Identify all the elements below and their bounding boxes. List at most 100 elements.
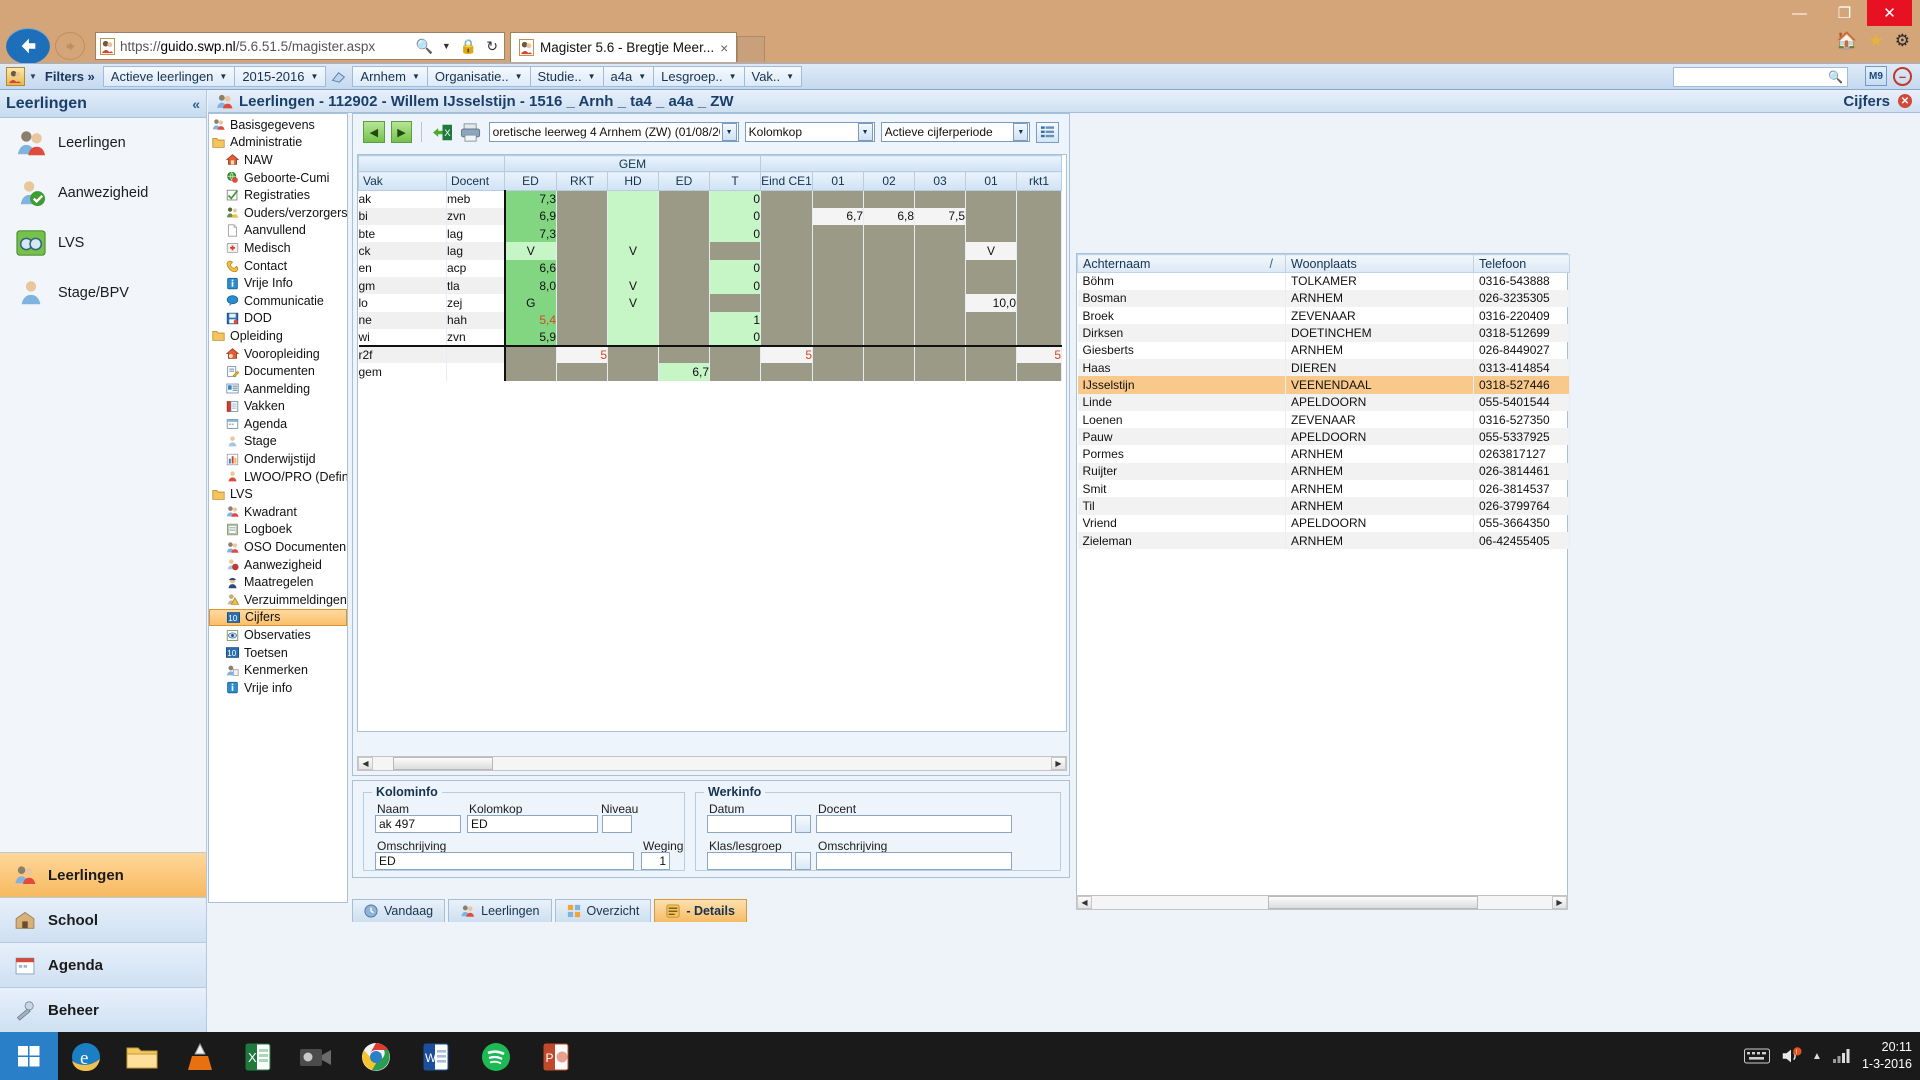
- grid-cell[interactable]: [658, 276, 710, 295]
- grid-cell[interactable]: [760, 328, 813, 347]
- keyboard-icon[interactable]: [1744, 1047, 1771, 1065]
- minimize-button[interactable]: —: [1777, 0, 1822, 26]
- grid-cell[interactable]: [658, 190, 710, 208]
- grid-cell[interactable]: [812, 225, 864, 243]
- grid-cell[interactable]: [812, 276, 864, 295]
- grid-cell[interactable]: [556, 242, 608, 260]
- grid-cell[interactable]: [760, 190, 813, 208]
- tree-item-logboek[interactable]: Logboek: [209, 521, 347, 539]
- grid-cell[interactable]: [556, 363, 608, 381]
- grid-cell[interactable]: [965, 207, 1017, 226]
- grid-cell[interactable]: [863, 363, 915, 381]
- student-row[interactable]: Loenen ZEVENAAR 0316-527350: [1077, 410, 1570, 429]
- omschrijving-field[interactable]: ED: [375, 852, 634, 870]
- new-tab-button[interactable]: [737, 36, 766, 62]
- grid-col-header[interactable]: ED: [658, 171, 710, 191]
- grid-cell[interactable]: 7,5: [914, 207, 966, 226]
- chevron-down-icon[interactable]: ▼: [440, 41, 453, 51]
- grid-cell[interactable]: [709, 242, 761, 260]
- student-row[interactable]: Smit ARNHEM 026-3814537: [1077, 480, 1570, 498]
- grid-col-header[interactable]: 01: [812, 171, 864, 191]
- search-input[interactable]: 🔍: [1673, 67, 1848, 87]
- tree-item-geboorte-cumi[interactable]: Geboorte-Cumi: [209, 169, 347, 187]
- grid-cell[interactable]: [607, 207, 659, 226]
- grid-cell[interactable]: [709, 363, 761, 381]
- grid-row[interactable]: en acp 6,6 0: [358, 259, 1062, 277]
- grid-cell[interactable]: [863, 294, 915, 312]
- kolomkop-field[interactable]: ED: [467, 815, 598, 833]
- tree-item-contact[interactable]: Contact: [209, 257, 347, 275]
- show-hidden-icons-arrow[interactable]: ▲: [1812, 1051, 1822, 1062]
- grid-cell[interactable]: [812, 328, 864, 347]
- rail-item-lvs[interactable]: LVS: [0, 218, 206, 268]
- chevron-down-icon[interactable]: ▼: [857, 123, 873, 141]
- grid-col-header[interactable]: Docent: [446, 171, 505, 191]
- volume-icon[interactable]: !: [1780, 1045, 1802, 1067]
- tree-item-lwoo-pro-definitief[interactable]: LWOO/PRO (Definitief): [209, 468, 347, 486]
- filter-lesgroep[interactable]: Lesgroep.. ▼: [653, 66, 745, 87]
- klas-field[interactable]: [707, 852, 792, 870]
- grid-cell[interactable]: [503, 345, 557, 364]
- grid-cell[interactable]: [965, 225, 1017, 243]
- grid-horizontal-scrollbar[interactable]: ◀ ▶: [357, 756, 1067, 771]
- grid-col-header[interactable]: Eind CE1: [760, 171, 813, 191]
- course-select[interactable]: oretische leerweg 4 Arnhem (ZW) (01/08/2…: [488, 122, 739, 142]
- home-icon[interactable]: 🏠: [1836, 31, 1857, 51]
- grid-col-header[interactable]: ED: [504, 171, 557, 191]
- grid-cell[interactable]: [556, 328, 608, 347]
- grid-row[interactable]: bte lag 7,3 0: [358, 225, 1062, 243]
- grid-row[interactable]: wi zvn 5,9 0: [358, 328, 1062, 347]
- grid-cell[interactable]: [914, 345, 966, 364]
- grid-cell[interactable]: 7,3: [503, 225, 557, 243]
- student-row[interactable]: IJsselstijn VEENENDAAL 0318-527446: [1077, 376, 1570, 394]
- tree-item-communicatie[interactable]: Communicatie: [209, 292, 347, 310]
- grid-cell[interactable]: [812, 259, 864, 277]
- grid-cell[interactable]: [914, 242, 966, 260]
- maximize-button[interactable]: ❐: [1822, 0, 1867, 26]
- student-row[interactable]: Böhm TOLKAMER 0316-543888: [1077, 272, 1570, 290]
- grid-cell[interactable]: 0: [709, 225, 761, 243]
- taskbar-excel[interactable]: X: [234, 1038, 282, 1076]
- grid-col-header[interactable]: Vak: [358, 171, 447, 191]
- clear-filter-button[interactable]: [325, 70, 352, 84]
- scroll-thumb[interactable]: [393, 757, 493, 770]
- grid-cell[interactable]: [760, 311, 813, 329]
- grid-cell[interactable]: V: [503, 242, 557, 260]
- rail-item-leerlingen[interactable]: Leerlingen: [0, 118, 206, 168]
- excel-export-button[interactable]: X: [431, 122, 454, 143]
- tree-item-vakken[interactable]: Vakken: [209, 398, 347, 416]
- grid-row[interactable]: ne hah 5,4 1: [358, 311, 1062, 329]
- grid-cell[interactable]: [556, 190, 608, 208]
- filters-label[interactable]: Filters »: [43, 69, 103, 84]
- grid-col-header[interactable]: HD: [607, 171, 659, 191]
- back-button[interactable]: [6, 28, 50, 64]
- grid-cell[interactable]: [914, 363, 966, 381]
- user-badge[interactable]: M9: [1865, 66, 1887, 86]
- grid-cell[interactable]: G: [503, 294, 557, 312]
- next-button[interactable]: ▶: [390, 121, 413, 143]
- grades-grid[interactable]: GEM Vak Docent ED RKT HD ED T Eind CE1 01 02 03 01 rk…: [357, 154, 1067, 732]
- grid-cell[interactable]: [1016, 242, 1062, 260]
- grid-cell[interactable]: [607, 363, 659, 381]
- grid-cell[interactable]: [1016, 207, 1062, 226]
- grid-cell[interactable]: [812, 242, 864, 260]
- tree-item-stage[interactable]: Stage: [209, 433, 347, 451]
- grid-cell[interactable]: [658, 225, 710, 243]
- grid-cell[interactable]: [760, 276, 813, 295]
- filter-studie[interactable]: Studie.. ▼: [529, 66, 604, 87]
- grid-cell[interactable]: [556, 225, 608, 243]
- chevron-down-icon[interactable]: ▼: [721, 123, 737, 141]
- grid-cell[interactable]: [863, 311, 915, 329]
- grid-cell[interactable]: [1016, 259, 1062, 277]
- grid-cell[interactable]: [863, 225, 915, 243]
- grid-cell[interactable]: [760, 242, 813, 260]
- grid-col-header[interactable]: 01: [965, 171, 1017, 191]
- rail-module-beheer[interactable]: Beheer: [0, 987, 206, 1032]
- grid-cell[interactable]: [760, 259, 813, 277]
- grid-cell[interactable]: 8,0: [503, 276, 557, 295]
- tree-item-vrije-info[interactable]: Vrije info: [209, 679, 347, 697]
- grid-cell[interactable]: [556, 311, 608, 329]
- grid-cell[interactable]: V: [607, 276, 659, 295]
- grid-cell[interactable]: [658, 259, 710, 277]
- taskbar-internet-explorer[interactable]: e: [62, 1038, 110, 1076]
